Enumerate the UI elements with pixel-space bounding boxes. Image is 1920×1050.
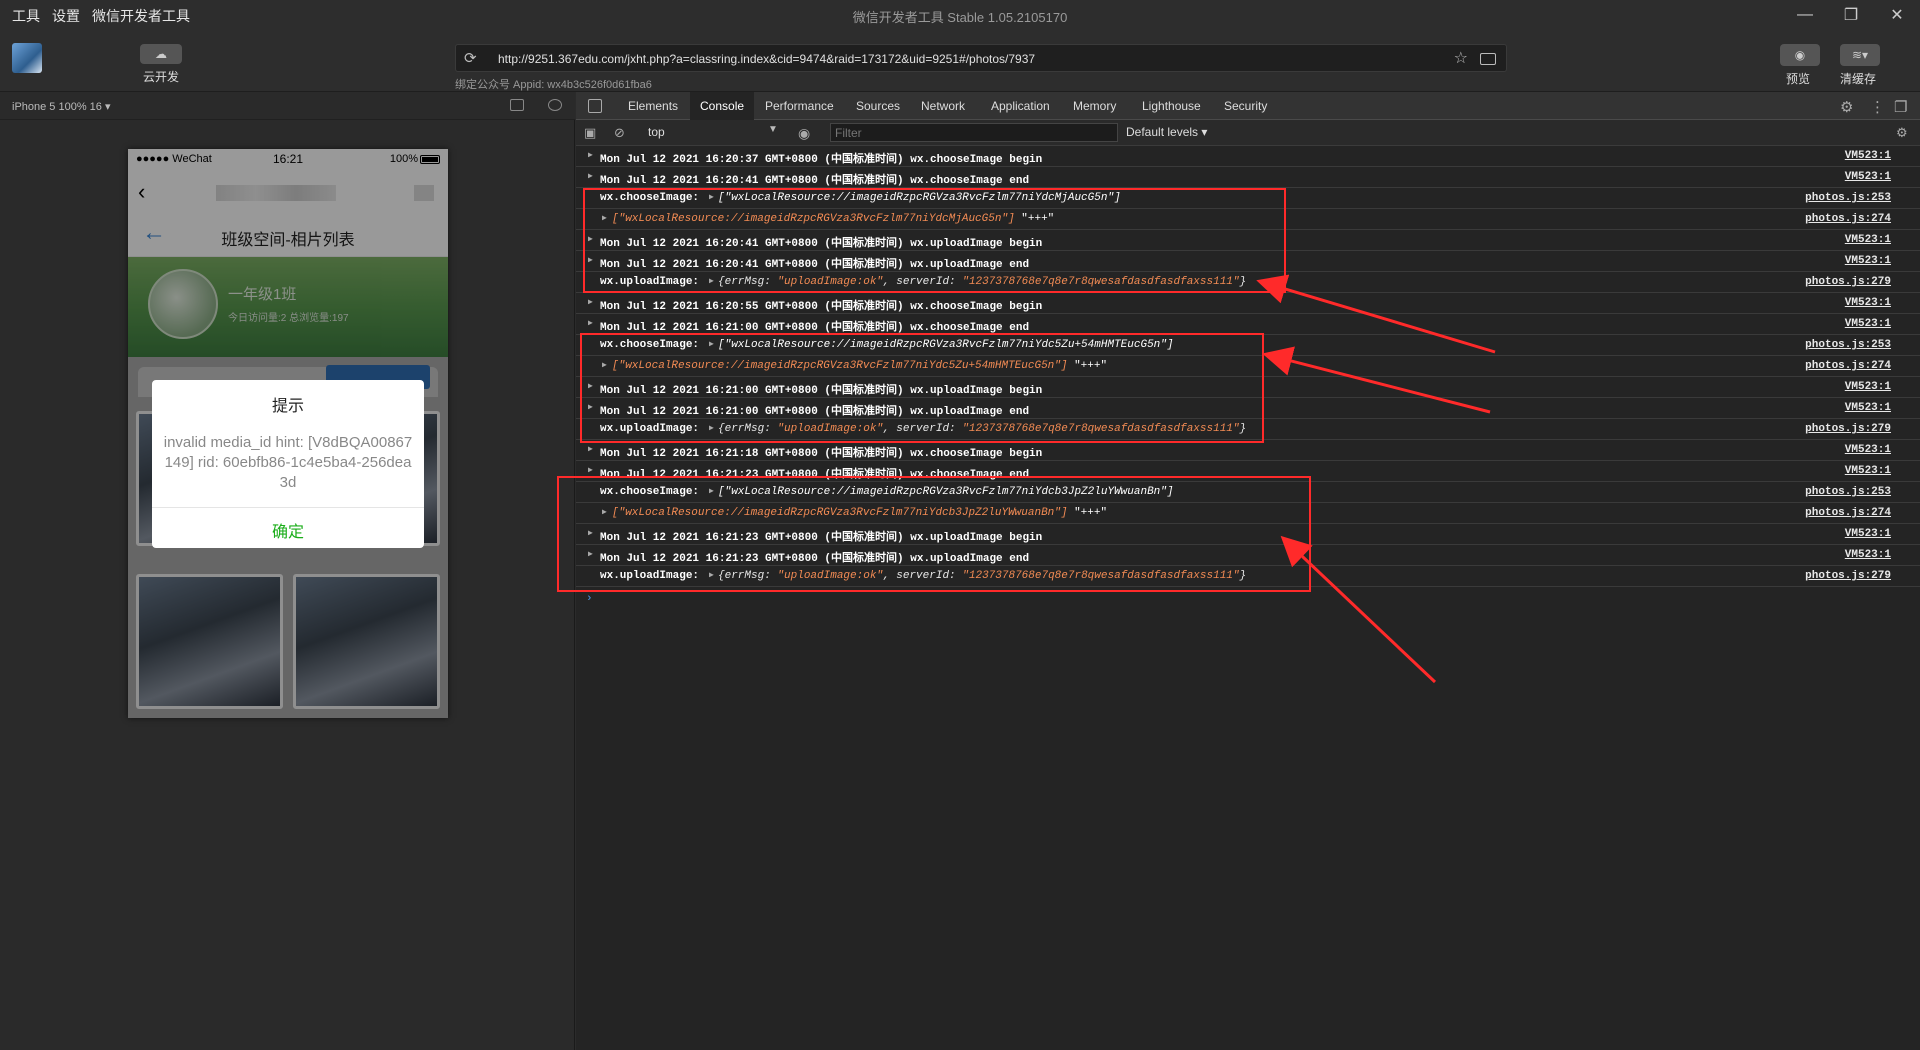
eye-icon[interactable]: ◉ [798, 125, 812, 141]
highlight-box [557, 476, 1311, 592]
log-levels-dropdown[interactable]: Default levels ▾ [1126, 125, 1207, 139]
source-link[interactable]: photos.js:279 [1805, 570, 1891, 582]
refresh-icon[interactable]: ⟳ [464, 49, 477, 67]
clear-console-icon[interactable]: ⊘ [614, 125, 628, 140]
console-row: ▶ Mon Jul 12 2021 16:21:00 GMT+0800 (中国标准… [576, 314, 1920, 335]
device-selector[interactable]: iPhone 5 100% 16 ▾ [12, 100, 110, 113]
url-bar[interactable]: ⟳ http://9251.367edu.com/jxht.php?a=clas… [455, 44, 1507, 72]
tab-lighthouse[interactable]: Lighthouse [1132, 92, 1211, 120]
source-link[interactable]: photos.js:253 [1805, 486, 1891, 498]
rotate-icon[interactable] [548, 99, 562, 111]
console-row: ▶ Mon Jul 12 2021 16:21:18 GMT+0800 (中国标准… [576, 440, 1920, 461]
console-settings-icon[interactable]: ⚙ [1896, 125, 1910, 140]
cloud-icon: ☁ [155, 47, 167, 61]
tab-performance[interactable]: Performance [755, 92, 844, 120]
source-link[interactable]: VM523:1 [1845, 171, 1891, 183]
source-link[interactable]: VM523:1 [1845, 318, 1891, 330]
console-row: ▶ Mon Jul 12 2021 16:20:55 GMT+0800 (中国标准… [576, 293, 1920, 314]
expand-triangle-icon[interactable]: ▶ [588, 444, 593, 454]
tab-sources[interactable]: Sources [846, 92, 910, 120]
clear-cache-label: 清缓存 [1840, 72, 1877, 86]
source-link[interactable]: VM523:1 [1845, 402, 1891, 414]
source-link[interactable]: VM523:1 [1845, 549, 1891, 561]
context-selector[interactable]: top [648, 125, 665, 139]
alert-modal: 提示 invalid media_id hint: [V8dBQA0086714… [152, 380, 424, 548]
source-link[interactable]: VM523:1 [1845, 297, 1891, 309]
cloud-dev-button[interactable]: ☁ [140, 44, 182, 64]
source-link[interactable]: VM523:1 [1845, 234, 1891, 246]
highlight-box [580, 333, 1264, 443]
appid-text: 绑定公众号 Appid: wx4b3c526f0d61fba6 [455, 79, 652, 91]
source-link[interactable]: photos.js:279 [1805, 423, 1891, 435]
expand-triangle-icon[interactable]: ▶ [588, 297, 593, 307]
main-toolbar: ☁ 云开发 ⟳ http://9251.367edu.com/jxht.php?… [0, 30, 1920, 92]
modal-title: 提示 [271, 398, 304, 415]
modal-message: invalid media_id hint: [V8dBQA00867149] … [163, 434, 413, 491]
tab-network[interactable]: Network [911, 92, 975, 120]
tab-console[interactable]: Console [690, 92, 755, 120]
source-link[interactable]: photos.js:253 [1805, 339, 1891, 351]
source-link[interactable]: VM523:1 [1845, 465, 1891, 477]
log-message: Mon Jul 12 2021 16:21:18 GMT+0800 (中国标准时… [600, 448, 1043, 460]
window-title: 微信开发者工具 Stable 1.05.2105170 [852, 10, 1068, 25]
phone-screen: ●●●●● WeChat 16:21 100% ‹ ← 班级空间-相片列表 一年… [128, 149, 448, 718]
eye-icon: ◉ [1794, 48, 1806, 62]
source-link[interactable]: photos.js:274 [1805, 360, 1891, 372]
inspect-icon[interactable] [588, 99, 602, 113]
cloud-dev-label: 云开发 [142, 70, 179, 84]
log-message: Mon Jul 12 2021 16:20:41 GMT+0800 (中国标准时… [600, 175, 1030, 187]
more-menu-icon[interactable]: ⋮ [1870, 98, 1885, 116]
confirm-button[interactable]: 确定 [152, 518, 424, 542]
source-link[interactable]: VM523:1 [1845, 381, 1891, 393]
url-input[interactable]: http://9251.367edu.com/jxht.php?a=classr… [498, 52, 1035, 66]
tab-elements[interactable]: Elements [618, 92, 688, 120]
avatar[interactable] [12, 43, 42, 73]
log-message: Mon Jul 12 2021 16:20:37 GMT+0800 (中国标准时… [600, 154, 1043, 166]
modal-divider [152, 507, 424, 508]
simulator-pane: iPhone 5 100% 16 ▾ ●●●●● WeChat 16:21 10… [0, 92, 575, 1050]
console-row: ▶ Mon Jul 12 2021 16:20:41 GMT+0800 (中国标准… [576, 167, 1920, 188]
preview-label: 预览 [1786, 72, 1811, 86]
expand-triangle-icon[interactable]: ▶ [588, 171, 593, 181]
settings-gear-icon[interactable]: ⚙ [1840, 98, 1853, 116]
maximize-icon[interactable]: ❐ [1828, 0, 1874, 30]
console-prompt[interactable]: › [586, 593, 593, 605]
source-link[interactable]: VM523:1 [1845, 444, 1891, 456]
tab-security[interactable]: Security [1214, 92, 1277, 120]
sidebar-toggle-icon[interactable]: ▣ [584, 125, 598, 140]
log-message: Mon Jul 12 2021 16:20:55 GMT+0800 (中国标准时… [600, 301, 1043, 313]
source-link[interactable]: VM523:1 [1845, 150, 1891, 162]
layers-icon: ≋▾ [1851, 48, 1869, 62]
title-bar: 工具 设置 微信开发者工具 微信开发者工具 Stable 1.05.210517… [0, 0, 1920, 30]
close-icon[interactable]: ✕ [1874, 0, 1920, 30]
dock-icon[interactable]: ❐ [1894, 98, 1907, 116]
source-link[interactable]: photos.js:274 [1805, 507, 1891, 519]
source-link[interactable]: VM523:1 [1845, 528, 1891, 540]
expand-triangle-icon[interactable]: ▶ [588, 465, 593, 475]
log-message: Mon Jul 12 2021 16:21:00 GMT+0800 (中国标准时… [600, 322, 1030, 334]
window-icon[interactable] [510, 99, 524, 111]
minimize-icon[interactable]: — [1782, 0, 1828, 30]
source-link[interactable]: photos.js:253 [1805, 192, 1891, 204]
expand-triangle-icon[interactable]: ▶ [588, 318, 593, 328]
highlight-box [583, 188, 1286, 293]
devtools-tabs: Elements Console Performance Sources Net… [576, 92, 1920, 120]
console-row: ▶ Mon Jul 12 2021 16:20:37 GMT+0800 (中国标准… [576, 146, 1920, 167]
expand-triangle-icon[interactable]: ▶ [588, 150, 593, 160]
chevron-down-icon[interactable]: ▼ [768, 124, 778, 135]
folder-icon[interactable] [1480, 53, 1496, 65]
source-link[interactable]: photos.js:279 [1805, 276, 1891, 288]
filter-input[interactable] [830, 123, 1118, 142]
source-link[interactable]: photos.js:274 [1805, 213, 1891, 225]
simulator-header: iPhone 5 100% 16 ▾ [0, 92, 575, 120]
source-link[interactable]: VM523:1 [1845, 255, 1891, 267]
tab-memory[interactable]: Memory [1063, 92, 1126, 120]
window-controls: — ❐ ✕ [1782, 0, 1920, 30]
tab-application[interactable]: Application [981, 92, 1060, 120]
clear-cache-button[interactable]: ≋▾ [1840, 44, 1880, 66]
console-toolbar: ▣ ⊘ top ▼ ◉ Default levels ▾ ⚙ [576, 120, 1920, 146]
preview-button[interactable]: ◉ [1780, 44, 1820, 66]
star-icon[interactable]: ☆ [1454, 48, 1468, 68]
